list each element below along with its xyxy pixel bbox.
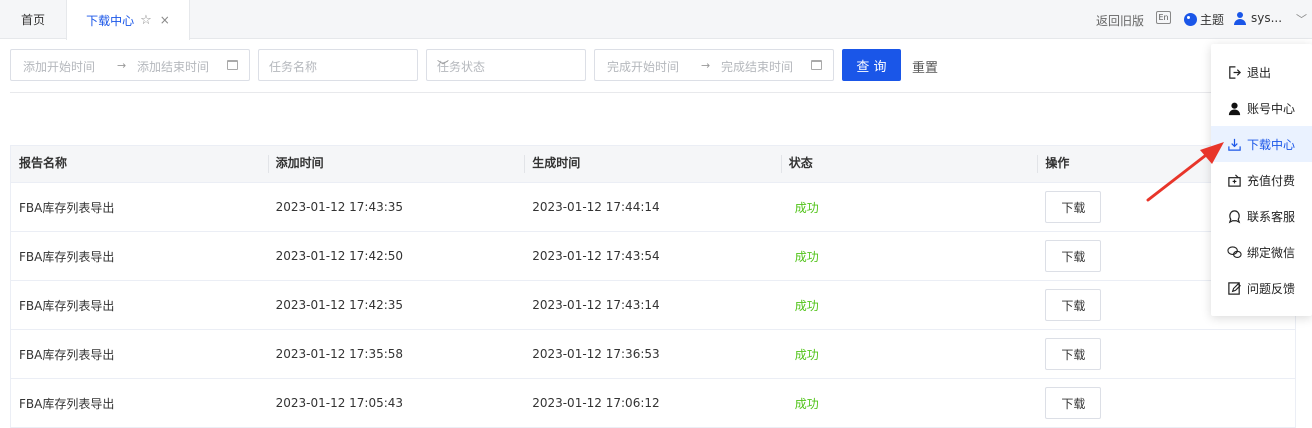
table-row: FBA库存列表导出 2023-01-12 17:05:43 2023-01-12… [11, 379, 1295, 428]
task-name-input[interactable]: 任务名称 [258, 49, 418, 81]
download-button[interactable]: 下载 [1045, 289, 1102, 321]
column-header: 状态 [780, 146, 1038, 183]
wechat-icon [1227, 245, 1242, 260]
add-end-time-input[interactable]: 添加结束时间 [137, 58, 209, 75]
add-time-range-picker[interactable]: 添加开始时间 → 添加结束时间 [10, 49, 250, 81]
feedback-icon [1227, 281, 1242, 296]
star-icon[interactable]: ☆ [140, 13, 152, 28]
calendar-icon [811, 60, 822, 70]
report-name-cell: FBA库存列表导出 [19, 298, 115, 313]
table-row: FBA库存列表导出 2023-01-12 17:42:35 2023-01-12… [11, 281, 1295, 330]
task-status-select[interactable]: 任务状态 ﹀ [426, 49, 586, 81]
status-badge: 成功 [794, 249, 819, 264]
status-badge: 成功 [794, 396, 819, 411]
theme-button[interactable]: 主题 [1184, 11, 1224, 28]
menu-item-logout[interactable]: 退出 [1211, 54, 1312, 90]
status-badge: 成功 [794, 347, 819, 362]
column-header: 报告名称 [19, 156, 68, 170]
service-icon [1227, 209, 1242, 224]
annotation-arrow [1146, 142, 1224, 202]
report-name-cell: FBA库存列表导出 [19, 249, 115, 264]
download-button[interactable]: 下载 [1045, 338, 1102, 370]
tab-download-center[interactable]: 下载中心 ☆ × [66, 0, 190, 40]
generated-time-cell: 2023-01-12 17:43:54 [532, 249, 660, 263]
status-badge: 成功 [794, 200, 819, 215]
user-icon [1234, 11, 1246, 25]
added-time-cell: 2023-01-12 17:35:58 [275, 347, 404, 361]
menu-item-feedback[interactable]: 问题反馈 [1211, 270, 1312, 306]
report-name-cell: FBA库存列表导出 [19, 200, 115, 215]
table-row: FBA库存列表导出 2023-01-12 17:42:50 2023-01-12… [11, 232, 1295, 281]
range-arrow-icon: → [117, 59, 127, 72]
add-start-time-input[interactable]: 添加开始时间 [23, 58, 95, 75]
download-button[interactable]: 下载 [1045, 387, 1102, 419]
done-start-time-input[interactable]: 完成开始时间 [607, 58, 679, 75]
download-table: 报告名称 添加时间 生成时间 状态 操作 FBA库存列表导出 2023-01-1… [10, 145, 1296, 428]
top-tab-bar: 首页 下载中心 ☆ × 返回旧版 En 主题 sys... ﹀ [0, 0, 1312, 40]
table-row: FBA库存列表导出 2023-01-12 17:43:35 2023-01-12… [11, 183, 1295, 232]
generated-time-cell: 2023-01-12 17:36:53 [532, 347, 660, 361]
back-to-old-version-link[interactable]: 返回旧版 [1096, 12, 1144, 29]
added-time-cell: 2023-01-12 17:05:43 [275, 396, 404, 410]
done-end-time-input[interactable]: 完成结束时间 [721, 58, 793, 75]
query-button[interactable]: 查 询 [842, 49, 901, 81]
user-icon [1227, 101, 1242, 116]
status-badge: 成功 [794, 298, 819, 313]
generated-time-cell: 2023-01-12 17:43:14 [532, 298, 660, 312]
column-header: 生成时间 [524, 146, 781, 183]
table-row: FBA库存列表导出 2023-01-12 17:35:58 2023-01-12… [11, 330, 1295, 379]
tab-home[interactable]: 首页 [0, 0, 66, 39]
added-time-cell: 2023-01-12 17:42:50 [275, 249, 404, 263]
calendar-icon [227, 60, 238, 70]
added-time-cell: 2023-01-12 17:42:35 [275, 298, 404, 312]
column-header: 添加时间 [267, 146, 525, 183]
done-time-range-picker[interactable]: 完成开始时间 → 完成结束时间 [594, 49, 834, 81]
chevron-down-icon: ﹀ [1296, 13, 1307, 26]
generated-time-cell: 2023-01-12 17:06:12 [532, 396, 660, 410]
report-name-cell: FBA库存列表导出 [19, 347, 115, 362]
report-name-cell: FBA库存列表导出 [19, 396, 115, 411]
divider [10, 92, 1296, 93]
menu-item-bind-wechat[interactable]: 绑定微信 [1211, 234, 1312, 270]
table-header: 报告名称 添加时间 生成时间 状态 操作 [11, 146, 1295, 183]
reset-button[interactable]: 重置 [912, 57, 938, 76]
generated-time-cell: 2023-01-12 17:44:14 [532, 200, 660, 214]
download-button[interactable]: 下载 [1045, 240, 1102, 272]
range-arrow-icon: → [701, 59, 711, 72]
added-time-cell: 2023-01-12 17:43:35 [275, 200, 404, 214]
close-icon[interactable]: × [160, 13, 170, 27]
download-button[interactable]: 下载 [1045, 191, 1102, 223]
palette-icon [1184, 13, 1197, 26]
user-menu-button[interactable]: sys... ﹀ [1234, 11, 1307, 26]
language-icon[interactable]: En [1156, 11, 1171, 24]
menu-item-account-center[interactable]: 账号中心 [1211, 90, 1312, 126]
logout-icon [1227, 65, 1242, 80]
chevron-down-icon: ﹀ [437, 59, 450, 73]
